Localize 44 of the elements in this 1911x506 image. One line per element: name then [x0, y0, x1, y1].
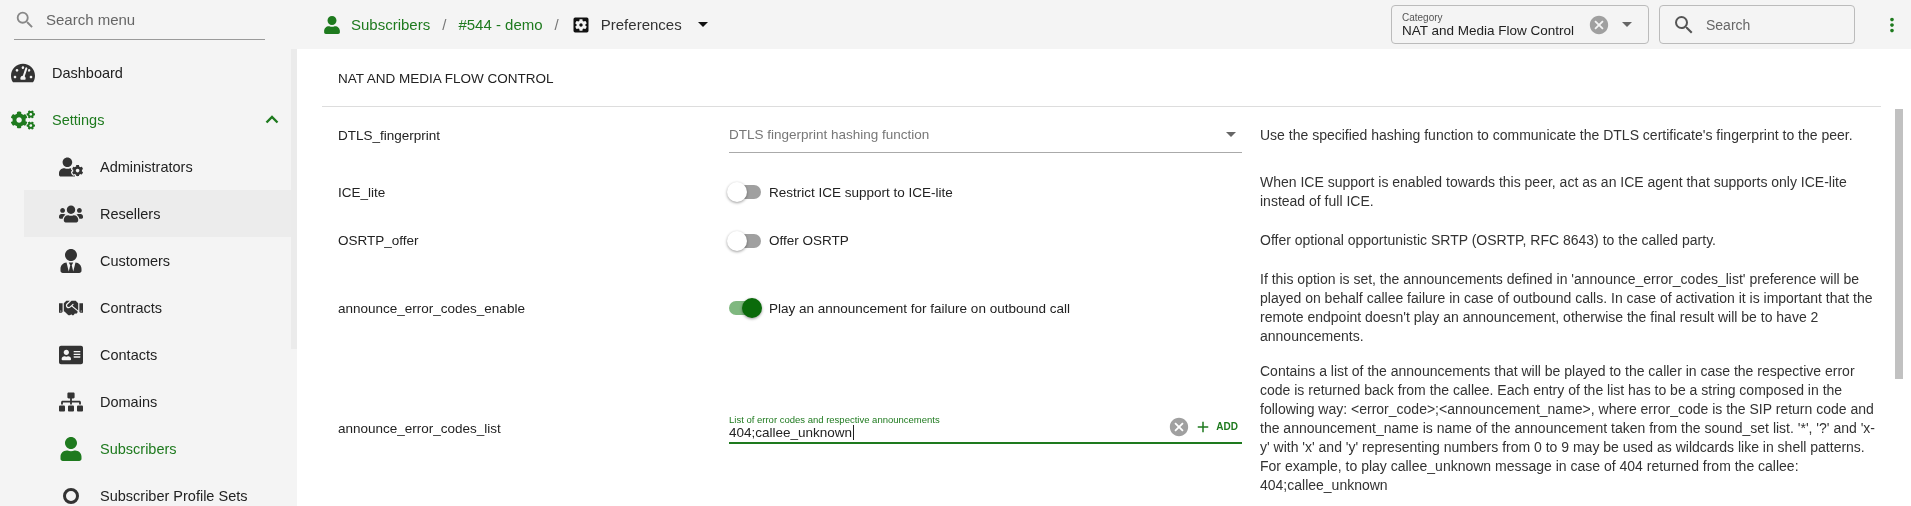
add-button[interactable]: ADD [1190, 417, 1242, 436]
breadcrumb-link[interactable]: Subscribers [351, 16, 431, 33]
breadcrumb-link[interactable]: #544 - demo [458, 16, 543, 33]
toggle-label: Offer OSRTP [769, 233, 849, 248]
preference-name: DTLS_fingerprint [337, 127, 442, 143]
breadcrumb-separator: / [442, 16, 447, 33]
breadcrumb-separator: / [554, 16, 559, 33]
preference-name: OSRTP_offer [337, 233, 420, 248]
preference-description: When ICE support is enabled towards this peer, act as an ICE agent that supports only ICE-lite instead of full ICE. [1260, 173, 1848, 211]
preference-name: announce_error_codes_list [337, 421, 502, 436]
menu-icon [10, 107, 36, 132]
clear-icon[interactable] [1168, 415, 1191, 438]
preference-name: ICE_lite [337, 184, 387, 200]
menu-icon [58, 154, 84, 179]
select-field[interactable]: DTLS fingerprint hashing function [729, 117, 1242, 153]
preference-name: announce_error_codes_enable [337, 300, 526, 316]
scrollbar[interactable] [1895, 109, 1903, 379]
breadcrumb-menu[interactable]: Preferences [600, 16, 682, 33]
sidebar-item[interactable]: Domains [24, 378, 297, 425]
toggle-label: Restrict ICE support to ICE-lite [769, 184, 953, 200]
user-icon [323, 15, 341, 34]
caret-icon [1226, 132, 1236, 137]
sidebar-item[interactable]: Contacts [24, 331, 297, 378]
clear-icon[interactable] [1588, 13, 1610, 36]
sidebar-item[interactable]: Subscriber Profile Sets [24, 472, 297, 506]
preference-description: Use the specified hashing function to communicate the DTLS certificate's fingerprint to the peer. [1260, 125, 1854, 145]
toggle-switch[interactable] [729, 185, 761, 199]
sidebar-item[interactable]: Subscribers [24, 425, 297, 472]
menu-icon [58, 389, 84, 414]
menu-icon [58, 248, 84, 273]
preference-description: Contains a list of the announcements that will be played to the caller in case the respective error code is returned back from the callee. Each entry of the list has to be a string composed in the following way: <error_code>;<announcement_name>, where error_code is the SIP return code and the announcement_name is name of the announcement taken from the sound_set list. '*', '?' and 'x-y' with 'x' and 'y' representing numbers from 0 to 9 may be used as wildcards like in shell patterns. For example, to play callee_unknown message in case of 404 returned from the callee: 404;callee_unknown [1260, 362, 1876, 495]
input-field[interactable]: List of error codes and respective announcements 404;callee_unknown ADD [729, 413, 1242, 444]
toggle-switch[interactable] [729, 301, 761, 315]
search-field[interactable]: Search [1659, 5, 1855, 44]
preference-description: Offer optional opportunistic SRTP (OSRTP, RFC 8643) to the called party. [1260, 231, 1717, 250]
caret-icon [1622, 22, 1632, 27]
caret-icon[interactable] [697, 22, 708, 27]
category-select[interactable]: Category NAT and Media Flow Control [1391, 5, 1649, 44]
toggle-label: Play an announcement for failure on outbound call [769, 300, 1070, 316]
section-title: NAT AND MEDIA FLOW CONTROL [322, 51, 1881, 107]
menu-icon [58, 436, 84, 461]
search-field[interactable]: Search menu [14, 0, 265, 40]
toggle-switch[interactable] [729, 233, 761, 248]
preference-description: If this option is set, the announcements defined in 'announce_error_codes_list' preference will be played on behalf callee failure in case of outbound calls. In case of activation it is important that the remote endpoint doesn't play an announcement, otherwise the final result will be to have 2 announcements. [1260, 270, 1874, 346]
